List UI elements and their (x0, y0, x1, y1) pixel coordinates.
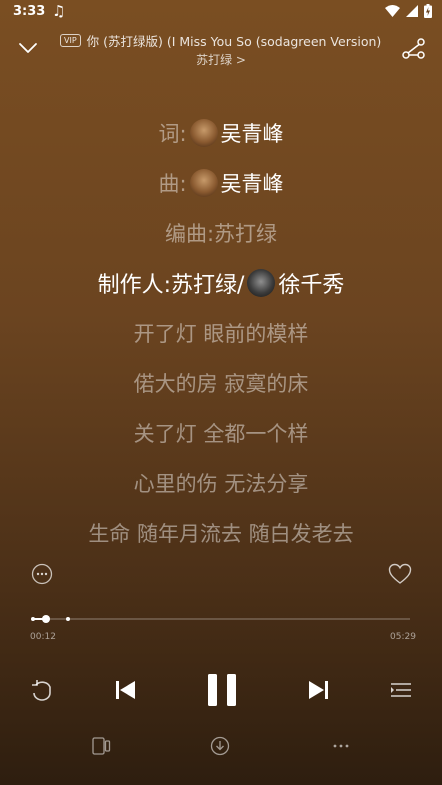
music-note-icon: ♫ (52, 2, 66, 20)
download-icon (210, 736, 230, 756)
credit-name[interactable]: 吴青峰 (221, 118, 284, 148)
play-device-button[interactable] (90, 736, 112, 756)
status-time: 3:33 (13, 4, 46, 19)
credit-label: 制作人:苏打绿/ (97, 273, 245, 298)
more-dots-icon (333, 744, 349, 748)
lyricist-avatar (189, 119, 218, 147)
vip-badge: VIP (60, 33, 81, 47)
like-button[interactable] (388, 563, 412, 585)
song-title-text: 你 (苏打绿版) (I Miss You So (sodagreen Versi… (86, 33, 382, 49)
lyric-line: 偌大的房 寂寞的床 (133, 372, 309, 396)
skip-previous-icon (116, 681, 135, 699)
cellular-signal-icon (406, 5, 418, 17)
more-options-button[interactable] (31, 563, 53, 585)
song-title: VIP 你 (苏打绿版) (I Miss You So (sodagreen V… (60, 30, 382, 50)
credit-name[interactable]: 吴青峰 (221, 168, 284, 198)
status-icons (385, 4, 432, 18)
current-time: 00:12 (30, 632, 56, 642)
heart-icon (388, 563, 412, 584)
lyric-credit-arranger: 编曲:苏打绿 (164, 222, 278, 246)
lyric-credit-producer: 制作人:苏打绿/ 徐千秀 (0, 258, 442, 308)
playlist-button[interactable] (387, 676, 415, 704)
lyrics-panel[interactable]: 词: 吴青峰 曲: 吴青峰 编曲:苏打绿 制作人:苏打绿/ 徐千秀 开了灯 眼前… (0, 108, 442, 558)
share-icon (402, 38, 425, 59)
battery-charging-icon (424, 4, 432, 18)
progress-marker (31, 617, 35, 621)
share-button[interactable] (402, 38, 426, 60)
artist-link[interactable]: 苏打绿 > (0, 51, 442, 68)
credit-label: 曲: (158, 172, 187, 196)
lyric-line: 生命 随年月流去 随白发老去 (88, 522, 354, 546)
credit-name[interactable]: 徐千秀 (278, 267, 344, 299)
lyric-line: 关了灯 全都一个样 (133, 422, 309, 446)
progress-track[interactable] (32, 618, 410, 620)
previous-button[interactable] (112, 676, 140, 704)
playlist-icon (391, 683, 411, 697)
progress-marker (66, 617, 70, 621)
lyric-credit-lyricist: 词: 吴青峰 (0, 108, 442, 158)
composer-avatar (189, 169, 218, 197)
device-icon (92, 737, 111, 755)
progress-handle[interactable] (42, 615, 50, 623)
pause-button[interactable] (205, 671, 239, 709)
next-button[interactable] (304, 676, 332, 704)
more-button[interactable] (330, 736, 352, 756)
status-bar: 3:33 ♫ (0, 0, 442, 24)
producer-avatar (247, 269, 276, 297)
credit-label: 词: (158, 122, 187, 146)
repeat-icon (32, 680, 51, 701)
total-duration: 05:29 (390, 632, 416, 642)
download-button[interactable] (209, 736, 231, 756)
skip-next-icon (309, 681, 328, 699)
more-circle-icon (31, 563, 53, 585)
lyric-line: 心里的伤 无法分享 (133, 472, 309, 496)
wifi-icon (385, 5, 400, 17)
lyric-credit-composer: 曲: 吴青峰 (0, 158, 442, 208)
pause-icon (208, 674, 236, 706)
repeat-mode-button[interactable] (28, 676, 56, 704)
lyric-line: 开了灯 眼前的模样 (133, 322, 309, 346)
